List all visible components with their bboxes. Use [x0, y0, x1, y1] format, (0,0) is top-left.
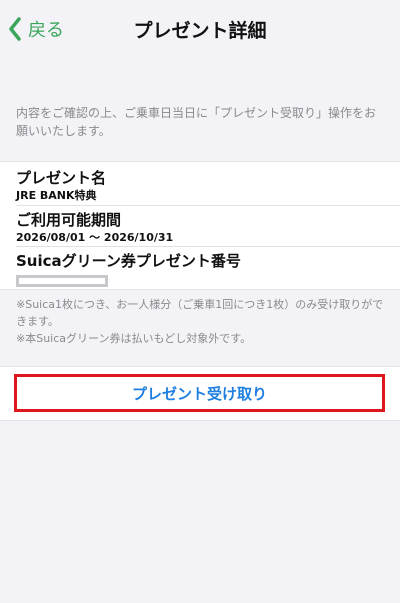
divider — [16, 205, 400, 206]
footnote-item: ※Suica1枚につき、お一人様分（ご乗車1回につき1枚）のみ受け取りができます… — [16, 298, 384, 328]
present-name-label: プレゼント名 — [16, 169, 107, 187]
divider — [16, 246, 400, 247]
present-name-value: JRE BANK特典 — [16, 189, 97, 202]
instruction-notice: 内容をご確認の上、ご乗車日当日に「プレゼント受取り」操作をお願いいたします。 — [16, 106, 377, 138]
footnotes: ※Suica1枚につき、お一人様分（ご乗車1回につき1枚）のみ受け取りができます… — [16, 296, 384, 347]
action-section: プレゼント受け取り — [0, 366, 400, 421]
code-row: Suicaグリーン券プレゼント番号 — [16, 251, 400, 287]
code-label: Suicaグリーン券プレゼント番号 — [16, 252, 241, 270]
navigation-bar: 戻る プレゼント詳細 — [0, 0, 400, 60]
masked-present-code — [16, 275, 108, 287]
page-title: プレゼント詳細 — [133, 20, 267, 42]
period-value: 2026/08/01 ～ 2026/10/31 — [16, 231, 174, 244]
footnote-item: ※本Suicaグリーン券は払いもどし対象外です。 — [16, 332, 252, 345]
period-label: ご利用可能期間 — [16, 211, 122, 229]
period-row: ご利用可能期間 2026/08/01 ～ 2026/10/31 — [16, 210, 400, 245]
present-name-row: プレゼント名 JRE BANK特典 — [16, 168, 400, 203]
receive-present-button[interactable]: プレゼント受け取り — [14, 374, 385, 412]
present-details-card: プレゼント名 JRE BANK特典 ご利用可能期間 2026/08/01 ～ 2… — [0, 161, 400, 290]
